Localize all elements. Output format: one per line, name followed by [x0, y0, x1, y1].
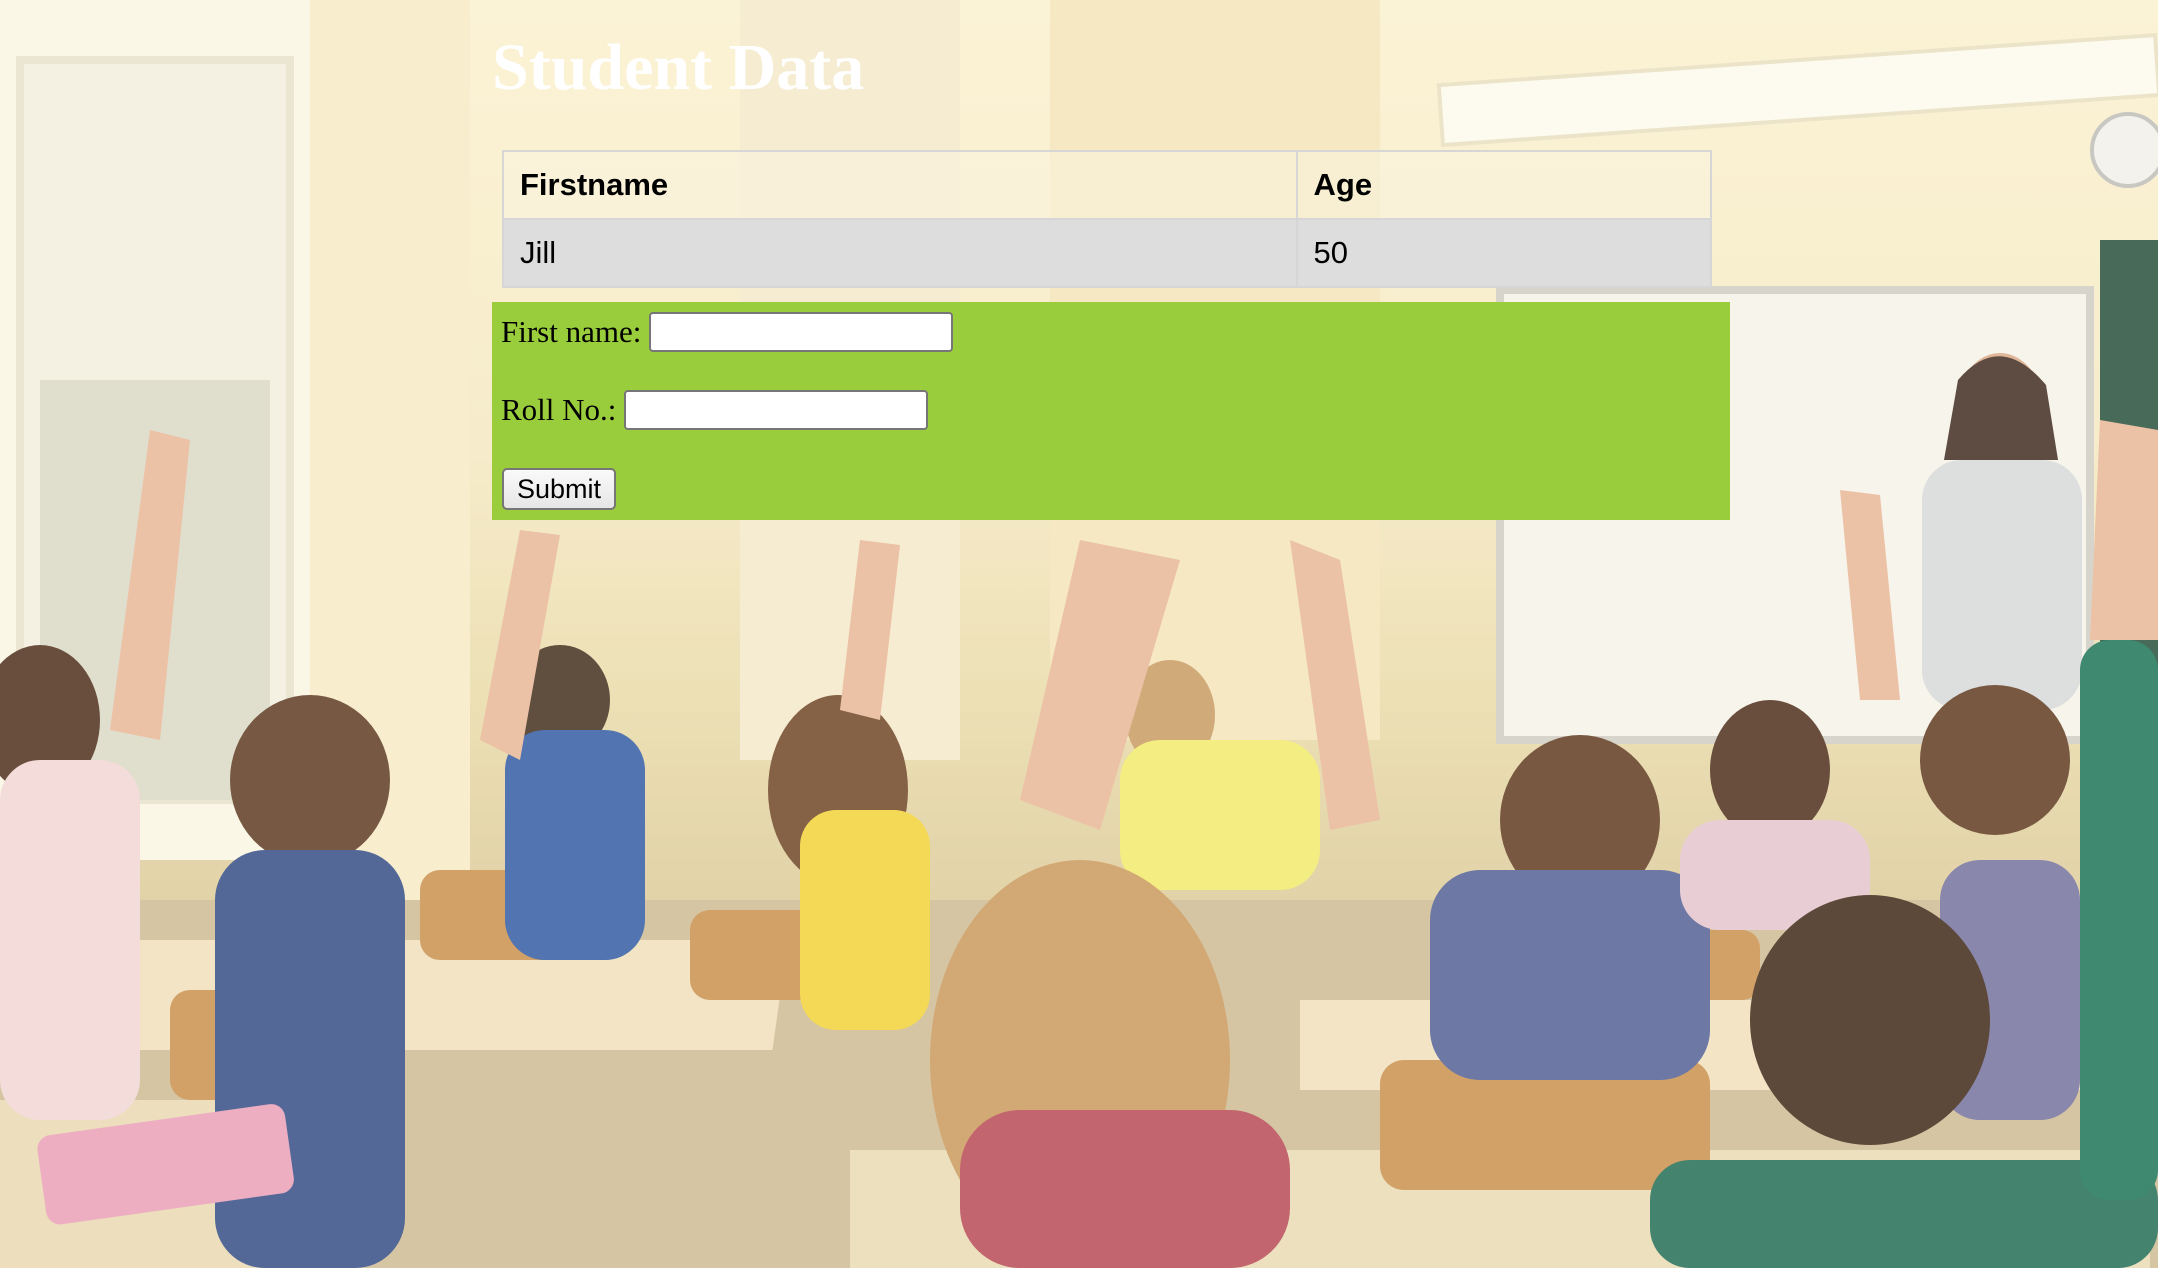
cell-firstname: Jill: [502, 218, 1298, 288]
first-name-row: First name:: [501, 312, 954, 352]
page-title: Student Data: [492, 31, 865, 104]
table-row: Jill 50: [502, 218, 1713, 288]
table-header-row: Firstname Age: [502, 150, 1713, 220]
roll-no-input[interactable]: [624, 390, 929, 430]
student-form: First name: Roll No.: Submit: [492, 302, 1730, 520]
first-name-label: First name:: [501, 314, 642, 349]
roll-no-label: Roll No.:: [501, 392, 617, 427]
submit-button[interactable]: Submit: [502, 468, 616, 510]
roll-no-row: Roll No.:: [501, 390, 929, 430]
first-name-input[interactable]: [649, 312, 954, 352]
cell-age: 50: [1295, 218, 1713, 288]
student-table: Firstname Age Jill 50: [502, 150, 1713, 288]
column-header-firstname: Firstname: [502, 150, 1298, 220]
column-header-age: Age: [1295, 150, 1713, 220]
